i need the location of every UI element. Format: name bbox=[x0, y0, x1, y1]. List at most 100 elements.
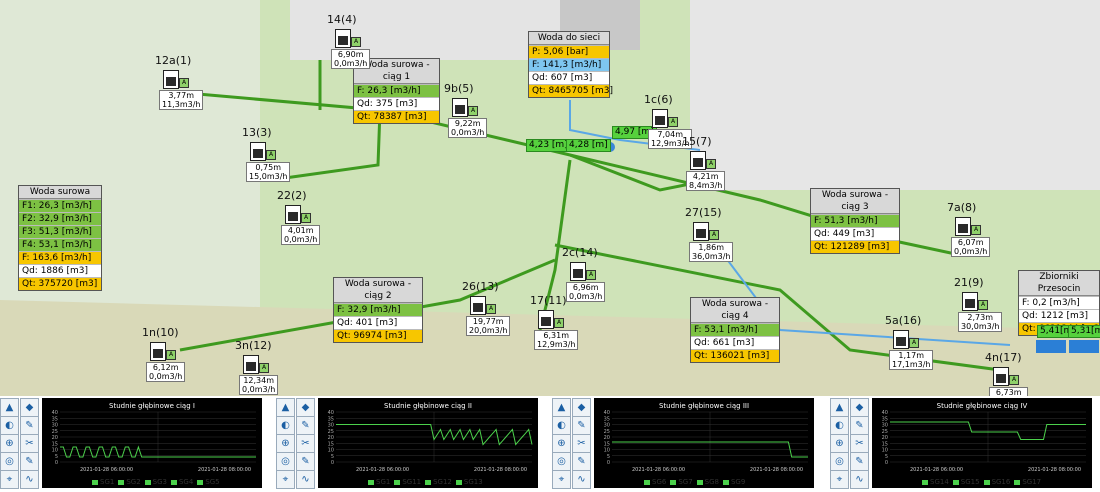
well-pump-icon[interactable] bbox=[993, 367, 1009, 386]
chart-tool-button[interactable]: ✎ bbox=[20, 416, 39, 435]
legend-entry: SG1 bbox=[368, 478, 390, 486]
chart-tool-button[interactable]: ◐ bbox=[276, 416, 295, 435]
chart-tool-button[interactable]: ▲ bbox=[830, 398, 849, 417]
well-label: 5a(16) bbox=[885, 314, 922, 327]
chart-tool-button[interactable]: ◐ bbox=[0, 416, 19, 435]
panel-row: Qd: 1212 [m3] bbox=[1019, 309, 1099, 322]
chart-tool-button[interactable]: ✎ bbox=[850, 416, 869, 435]
well-pump-icon[interactable] bbox=[690, 151, 706, 170]
well-pump-icon[interactable] bbox=[955, 217, 971, 236]
well-pump-icon[interactable] bbox=[693, 222, 709, 241]
chart-tool-button[interactable]: ◆ bbox=[296, 398, 315, 417]
chart-tool-button[interactable]: ⊕ bbox=[552, 434, 571, 453]
well-level: 9,22m bbox=[454, 119, 481, 128]
level-readout: 4,23 [m] bbox=[526, 139, 571, 152]
well-pump-icon[interactable] bbox=[893, 330, 909, 349]
y-tick-label: 40 bbox=[882, 410, 888, 416]
chart-tool-button[interactable]: ✎ bbox=[572, 416, 591, 435]
trend-chart-1[interactable]: Studnie głębinowe ciąg I 40 35 30 25 20 15 10 5 0… bbox=[42, 398, 262, 488]
well-pump-icon[interactable] bbox=[150, 342, 166, 361]
trend-chart-2[interactable]: Studnie głębinowe ciąg II 40 35 30 25 20 15 10 5… bbox=[318, 398, 538, 488]
chart-tool-button[interactable]: ✎ bbox=[572, 452, 591, 471]
chart-tool-button[interactable]: ◆ bbox=[20, 398, 39, 417]
chart-tool-button[interactable]: ▲ bbox=[552, 398, 571, 417]
trend-chart-3[interactable]: Studnie głębinowe ciąg III 40 35 30 25 20 15 10… bbox=[594, 398, 814, 488]
y-tick-label: 0 bbox=[607, 460, 610, 466]
x-tick-label: 2021-01-28 08:00:00 bbox=[750, 467, 803, 473]
chart-tool-button[interactable]: ◎ bbox=[552, 452, 571, 471]
well-pump-icon[interactable] bbox=[962, 292, 978, 311]
legend-entry: SG5 bbox=[197, 478, 220, 486]
x-tick-label: 2021-01-28 06:00:00 bbox=[910, 467, 963, 473]
chart-tool-button[interactable]: ✂ bbox=[850, 434, 869, 453]
chart-tool-button[interactable]: ⌖ bbox=[552, 470, 571, 489]
well-label: 14(4) bbox=[327, 13, 357, 26]
chart-tool-button[interactable]: ✎ bbox=[296, 416, 315, 435]
trend-chart-4[interactable]: Studnie głębinowe ciąg IV 40 35 30 25 20 15 10 5… bbox=[872, 398, 1092, 488]
chart-tool-button[interactable]: ✂ bbox=[296, 434, 315, 453]
chart-tool-button[interactable]: ▲ bbox=[276, 398, 295, 417]
panel-row: Qt: 8465705 [m3] bbox=[529, 84, 613, 97]
panel-row: F1: 26,3 [m3/h] bbox=[19, 199, 101, 212]
chart-tool-button[interactable]: ⊕ bbox=[0, 434, 19, 453]
chart-toolbar: ▲ ◆ ◐ ✎ ⊕ ✂ ◎ ✎ ⌖ ∿ bbox=[552, 398, 592, 490]
chart-tool-button[interactable]: ∿ bbox=[572, 470, 591, 489]
legend-swatch bbox=[144, 479, 151, 485]
chart-tool-button[interactable]: ◆ bbox=[572, 398, 591, 417]
chart-tool-button[interactable]: ∿ bbox=[20, 470, 39, 489]
chart-tool-button[interactable]: ⊕ bbox=[276, 434, 295, 453]
well-flow: 12,9m3/h bbox=[537, 340, 576, 349]
well-level: 2,73m bbox=[967, 313, 994, 322]
well-pump-icon[interactable] bbox=[652, 109, 668, 128]
chart-tool-button[interactable]: ◎ bbox=[830, 452, 849, 471]
well-mode-badge: A bbox=[978, 300, 988, 310]
well-measurement: 1,17m 17,1m3/h bbox=[889, 350, 934, 370]
y-tick-label: 0 bbox=[331, 460, 334, 466]
chart-tool-button[interactable]: ◎ bbox=[276, 452, 295, 471]
chart-tool-button[interactable]: ✂ bbox=[20, 434, 39, 453]
panel-row: Qt: 375720 [m3] bbox=[19, 277, 101, 290]
chart-tool-button[interactable]: ✂ bbox=[572, 434, 591, 453]
chart-tool-button[interactable]: ◐ bbox=[830, 416, 849, 435]
y-tick-label: 25 bbox=[52, 429, 58, 435]
chart-tool-button[interactable]: ✎ bbox=[20, 452, 39, 471]
chart-tool-button[interactable]: ∿ bbox=[850, 470, 869, 489]
well-pump-icon[interactable] bbox=[243, 355, 259, 374]
well-pump-icon[interactable] bbox=[570, 262, 586, 281]
legend-label: SG5 bbox=[205, 478, 220, 486]
chart-tool-button[interactable]: ⌖ bbox=[830, 470, 849, 489]
well-pump-icon[interactable] bbox=[335, 29, 351, 48]
chart-tool-button[interactable]: ◆ bbox=[850, 398, 869, 417]
chart-tool-button[interactable]: ▲ bbox=[0, 398, 19, 417]
y-tick-label: 35 bbox=[328, 416, 334, 422]
well-pump-icon[interactable] bbox=[285, 205, 301, 224]
chart-tool-button[interactable]: ⌖ bbox=[0, 470, 19, 489]
well-level: 12,34m bbox=[243, 376, 275, 385]
well-pump-icon[interactable] bbox=[538, 310, 554, 329]
well-measurement: 6,73m0,0m3/h bbox=[989, 387, 1029, 396]
well-pump-icon[interactable] bbox=[163, 70, 179, 89]
chart-tool-button[interactable]: ⌖ bbox=[276, 470, 295, 489]
map-view[interactable]: Woda do sieci P: 5,06 [bar] F: 141,3 [m3… bbox=[0, 0, 1100, 396]
x-tick-label: 2021-01-28 06:00:00 bbox=[356, 467, 409, 473]
chart-tool-button[interactable]: ✎ bbox=[296, 452, 315, 471]
chart-tool-button[interactable]: ⊕ bbox=[830, 434, 849, 453]
panel-row: F: 51,3 [m3/h] bbox=[811, 214, 899, 227]
well-flow: 36,0m3/h bbox=[692, 252, 731, 261]
chart-tool-button[interactable]: ◎ bbox=[0, 452, 19, 471]
well-mode-badge: A bbox=[166, 350, 176, 360]
well-label: 27(15) bbox=[685, 206, 722, 219]
chart-title: Studnie głębinowe ciąg IV bbox=[937, 402, 1028, 410]
chart-tool-button[interactable]: ◐ bbox=[552, 416, 571, 435]
chart-toolbar: ▲ ◆ ◐ ✎ ⊕ ✂ ◎ ✎ ⌖ ∿ bbox=[0, 398, 40, 490]
legend-label: SG17 bbox=[1022, 478, 1042, 486]
legend-entry: SG15 bbox=[952, 478, 980, 486]
chart-tool-button[interactable]: ✎ bbox=[850, 452, 869, 471]
well-pump-icon[interactable] bbox=[470, 296, 486, 315]
y-tick-label: 20 bbox=[52, 435, 58, 441]
well-measurement: 9,22m 0,0m3/h bbox=[448, 118, 488, 138]
well-pump-icon[interactable] bbox=[452, 98, 468, 117]
legend-entry: SG8 bbox=[696, 478, 719, 486]
well-pump-icon[interactable] bbox=[250, 142, 266, 161]
chart-tool-button[interactable]: ∿ bbox=[296, 470, 315, 489]
